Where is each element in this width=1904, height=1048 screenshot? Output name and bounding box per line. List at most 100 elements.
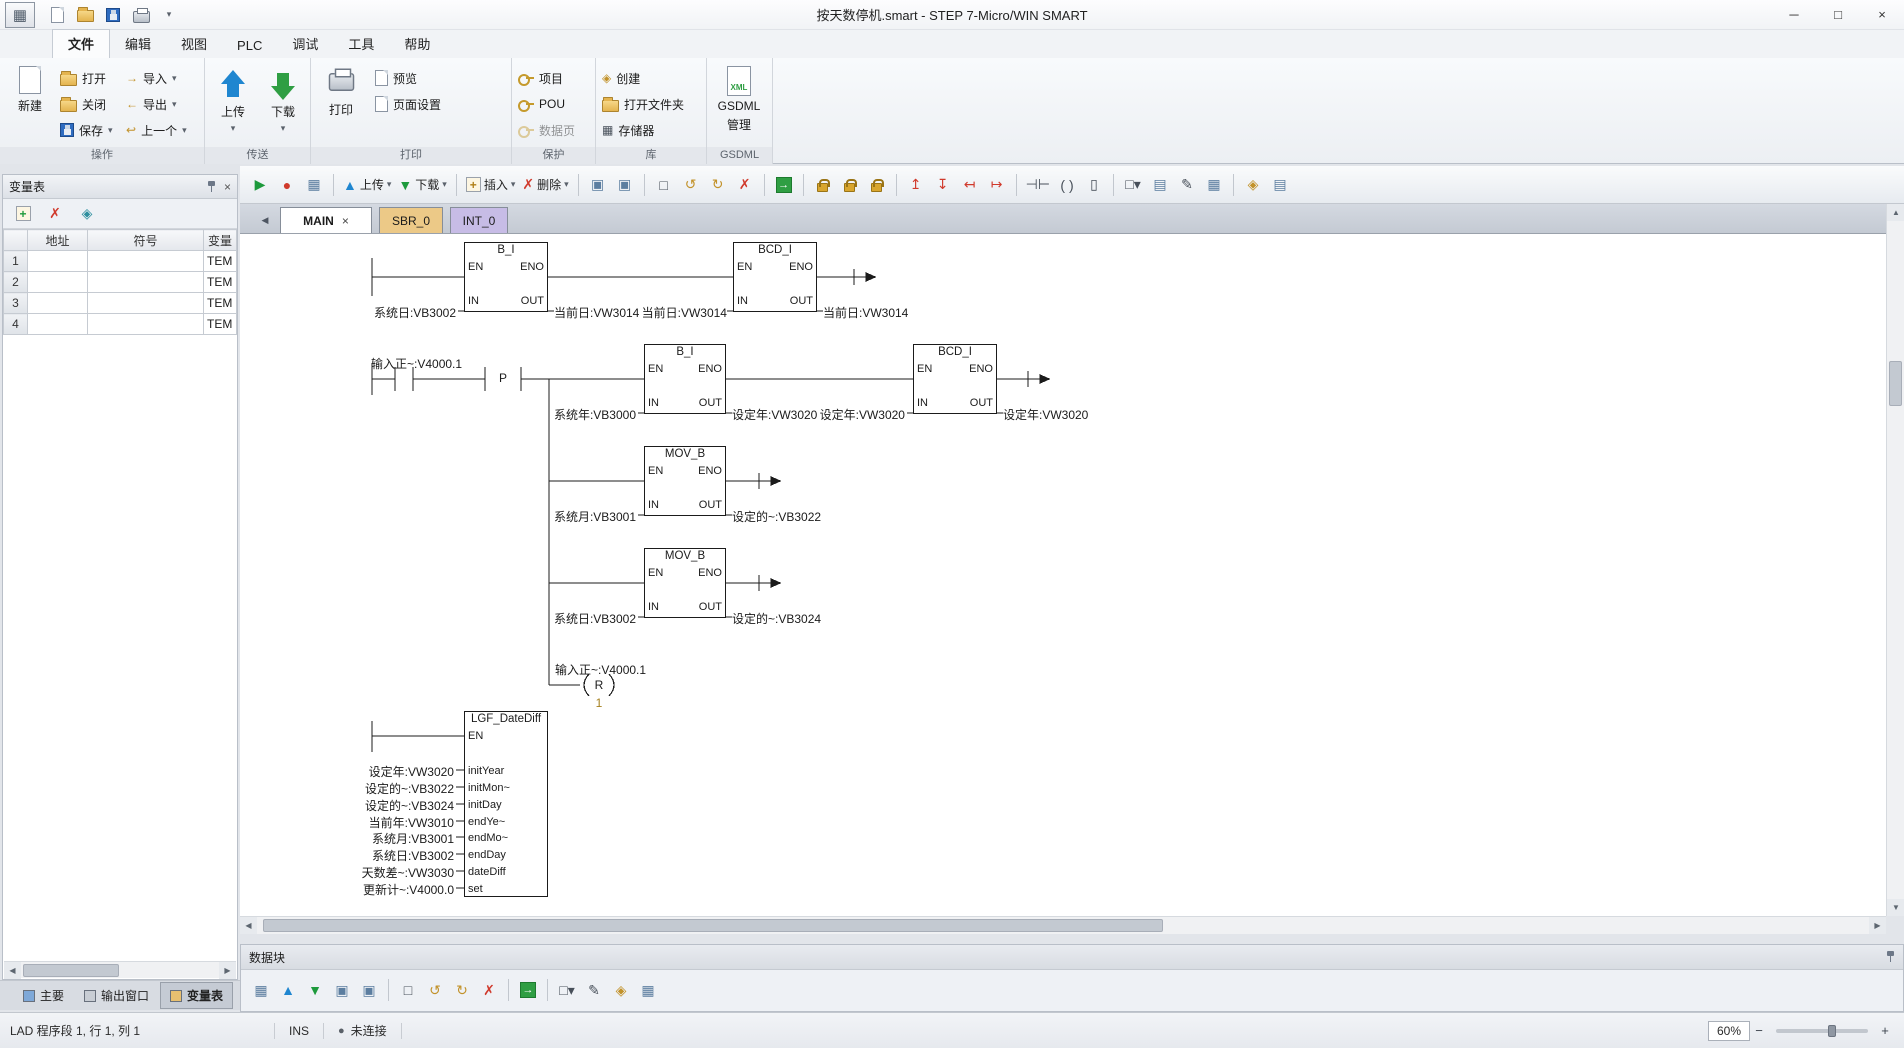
bottom-tab-main[interactable]: 主要	[14, 983, 73, 1008]
contact-label[interactable]: 输入正~:V4000.1	[371, 355, 462, 372]
scroll-track[interactable]	[257, 917, 1869, 934]
insert-row-below-icon[interactable]: ↧	[931, 173, 955, 197]
symbol-cell[interactable]	[88, 272, 204, 293]
open-project-icon[interactable]	[75, 5, 95, 25]
save-button[interactable]: 保存▾	[60, 118, 113, 142]
operand-label[interactable]: 当前日:VW3014	[823, 304, 908, 321]
zoom-level[interactable]: 60%	[1708, 1021, 1750, 1041]
menu-tab-tools[interactable]: 工具	[333, 30, 389, 58]
column-header-var-type[interactable]: 变量	[204, 230, 237, 251]
scroll-right-button[interactable]: ▶	[1869, 917, 1886, 934]
memory-button[interactable]: ▦存储器	[602, 118, 654, 142]
download-toolbar-button[interactable]: ▼下载▾	[396, 173, 448, 197]
operand-label[interactable]: 系统日:VB3002	[372, 847, 454, 864]
undo-icon[interactable]: ↺	[423, 978, 447, 1002]
editor-vertical-scrollbar[interactable]: ▲ ▼	[1886, 204, 1904, 916]
menu-tab-view[interactable]: 视图	[166, 30, 222, 58]
print-icon[interactable]	[131, 5, 151, 25]
allocate-memory-button[interactable]: ◈	[75, 202, 99, 226]
lad-block-mov-b-1[interactable]: MOV_B EN ENO IN OUT	[644, 446, 726, 516]
operand-label[interactable]: 系统日:VB3002	[554, 610, 636, 627]
lad-block-b-i-2[interactable]: B_I EN ENO IN OUT	[644, 344, 726, 414]
insert-button[interactable]: +插入▾	[464, 173, 518, 197]
column-header-address[interactable]: 地址	[28, 230, 88, 251]
operand-label[interactable]: 设定的~:VB3024	[732, 610, 821, 627]
compile-button[interactable]: ▦	[302, 173, 326, 197]
insert-column-left-icon[interactable]: ↤	[958, 173, 982, 197]
tab-main[interactable]: MAIN×	[280, 207, 372, 233]
menu-tab-file[interactable]: 文件	[52, 29, 110, 58]
coil-operand-label[interactable]: 输入正~:V4000.1	[555, 661, 646, 678]
upload-icon[interactable]: ▲	[276, 978, 300, 1002]
wizard-icon[interactable]: ◈	[609, 978, 633, 1002]
copy-icon[interactable]: ▣	[330, 978, 354, 1002]
pin-icon[interactable]	[207, 181, 216, 193]
close-button[interactable]: ×	[1860, 0, 1904, 29]
var-type-cell[interactable]: TEM	[204, 251, 237, 272]
force-all-icon[interactable]	[865, 173, 889, 197]
force-icon[interactable]	[811, 173, 835, 197]
wizard-icon[interactable]: ◈	[1241, 173, 1265, 197]
lad-block-b-i-1[interactable]: B_I EN ENO IN OUT	[464, 242, 548, 312]
ladder-editor-canvas[interactable]: B_I EN ENO IN OUT BCD_I EN ENO IN OUT 系统…	[240, 234, 1886, 916]
insert-coil-icon[interactable]: ( )	[1055, 173, 1079, 197]
lad-block-lgf-datediff[interactable]: LGF_DateDiff EN initYear initMon~ initDa…	[464, 711, 548, 897]
paste-icon[interactable]: ▣	[357, 978, 381, 1002]
download-icon[interactable]: ▼	[303, 978, 327, 1002]
operand-label[interactable]: 系统月:VB3001	[372, 830, 454, 847]
delete-row-button[interactable]: ✗	[43, 202, 67, 226]
operand-label[interactable]: 设定的~:VB3022	[732, 508, 821, 525]
zoom-slider-thumb[interactable]	[1828, 1025, 1836, 1037]
undo-icon[interactable]: ↺	[679, 173, 703, 197]
var-type-cell[interactable]: TEM	[204, 293, 237, 314]
edge-contact-p-label[interactable]: P	[494, 371, 512, 385]
addressing-toggle-icon[interactable]: □▾	[1121, 173, 1145, 197]
column-header-symbol[interactable]: 符号	[88, 230, 204, 251]
scroll-thumb[interactable]	[23, 964, 119, 977]
addressing-toggle-icon[interactable]: □▾	[555, 978, 579, 1002]
scroll-track[interactable]	[21, 962, 219, 979]
table-row[interactable]: 4 TEM	[4, 314, 237, 335]
operand-label[interactable]: 当前日:VW3014	[642, 304, 727, 321]
download-button[interactable]: 下载 ▾	[257, 60, 309, 146]
address-cell[interactable]	[28, 251, 88, 272]
app-button[interactable]: ▦	[5, 2, 35, 28]
tab-scroll-left-button[interactable]: ◀	[256, 209, 274, 231]
symbol-cell[interactable]	[88, 293, 204, 314]
operand-label[interactable]: 当前年:VW3010	[369, 814, 454, 831]
lad-block-bcd-i-1[interactable]: BCD_I EN ENO IN OUT	[733, 242, 817, 312]
upload-button[interactable]: 上传 ▾	[207, 60, 259, 146]
redo-icon[interactable]: ↻	[450, 978, 474, 1002]
scroll-up-button[interactable]: ▲	[1887, 204, 1904, 221]
tab-int0[interactable]: INT_0	[450, 207, 508, 233]
compile-button[interactable]: ▦	[249, 978, 273, 1002]
var-type-cell[interactable]: TEM	[204, 272, 237, 293]
edit-symbol-icon[interactable]: ✎	[582, 978, 606, 1002]
operand-label[interactable]: 设定年:VW3020	[369, 763, 454, 780]
symbol-info-table-icon[interactable]: ▤	[1148, 173, 1172, 197]
import-button[interactable]: →导入▾	[126, 66, 177, 90]
stop-button[interactable]: ●	[275, 173, 299, 197]
close-project-button[interactable]: 关闭	[60, 92, 106, 116]
redo-icon[interactable]: ↻	[706, 173, 730, 197]
insert-box-icon[interactable]: ▯	[1082, 173, 1106, 197]
scroll-thumb[interactable]	[263, 919, 1163, 932]
customize-toolbar-icon[interactable]: ▾	[159, 5, 179, 25]
menu-tab-debug[interactable]: 调试	[277, 30, 333, 58]
instruction-grid-icon[interactable]: ▤	[1268, 173, 1292, 197]
open-library-folder-button[interactable]: 打开文件夹	[602, 92, 684, 116]
address-cell[interactable]	[28, 272, 88, 293]
new-button[interactable]: 新建	[4, 60, 56, 146]
operand-label[interactable]: 设定年:VW3020	[820, 406, 905, 423]
export-button[interactable]: ←导出▾	[126, 92, 177, 116]
reset-coil-count[interactable]: 1	[584, 696, 614, 710]
operand-label[interactable]: 系统日:VB3002	[374, 304, 456, 321]
gsdml-manage-button[interactable]: XML GSDML 管理	[713, 60, 765, 146]
reset-coil-letter[interactable]: R	[584, 678, 614, 692]
menu-tab-plc[interactable]: PLC	[222, 34, 277, 58]
table-view-icon[interactable]: ▦	[636, 978, 660, 1002]
symbol-cell[interactable]	[88, 314, 204, 335]
operand-label[interactable]: 系统年:VB3000	[554, 406, 636, 423]
protect-pou-button[interactable]: POU	[518, 92, 565, 116]
operand-label[interactable]: 设定年:VW3020	[1003, 406, 1088, 423]
